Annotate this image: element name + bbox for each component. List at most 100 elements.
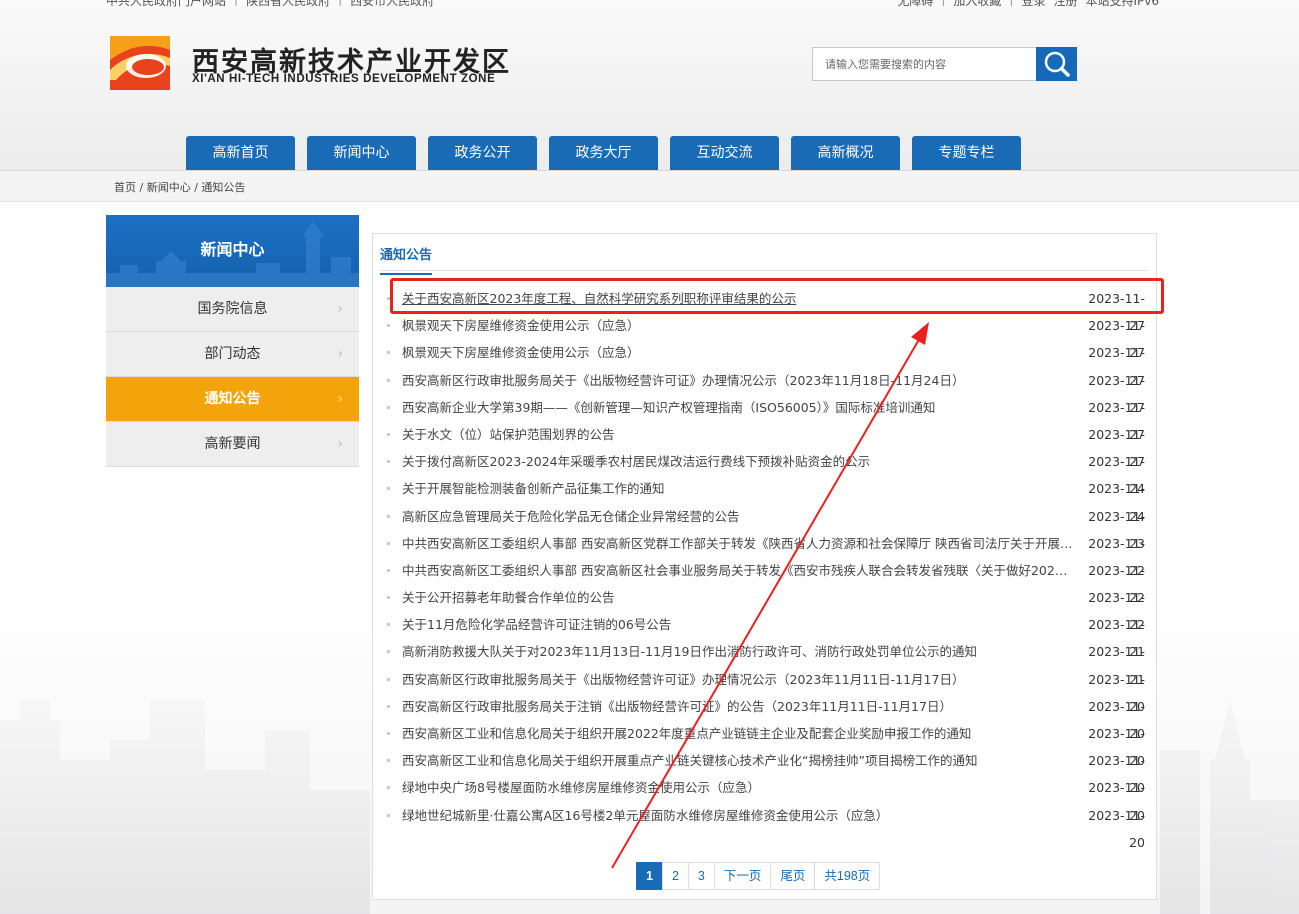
notice-title[interactable]: 西安高新区工业和信息化局关于组织开展2022年度重点产业链链主企业及配套企业奖励… [402,720,1074,747]
search-button[interactable] [1036,47,1077,81]
notice-title[interactable]: 高新区应急管理局关于危险化学品无仓储企业异常经营的公告 [402,503,1074,530]
panel-divider [380,270,1148,271]
search-icon [1044,51,1070,77]
list-item[interactable]: 西安高新区工业和信息化局关于组织开展重点产业链关键核心技术产业化“揭榜挂帅”项目… [387,747,1145,795]
bullet-icon [387,405,390,409]
sidebar-item-notices[interactable]: 通知公告 › [106,377,359,422]
notice-title[interactable]: 关于西安高新区2023年度工程、自然科学研究系列职称评审结果的公示 [402,285,1074,312]
notice-date: 2023-11-20 [1088,807,1145,850]
list-item[interactable]: 关于西安高新区2023年度工程、自然科学研究系列职称评审结果的公示 2023-11… [387,285,1145,333]
list-item[interactable]: 绿地世纪城新里·仕嘉公寓A区16号楼2单元屋面防水维修房屋维修资金使用公示（应急… [387,802,1145,850]
bullet-icon [387,297,390,300]
list-item[interactable]: 中共西安高新区工委组织人事部 西安高新区党群工作部关于转发《陕西省人力资源和社会… [387,530,1145,578]
page-3[interactable]: 3 [687,862,715,890]
top-link-xian[interactable]: 西安市人民政府 [350,0,434,9]
nav-gov-affairs[interactable]: 政务公开 [428,136,537,170]
list-item[interactable]: 关于11月危险化学品经营许可证注销的06号公告 2023-11-21 [387,611,1145,659]
breadcrumb-news[interactable]: 新闻中心 [147,181,191,194]
bullet-icon [387,351,390,355]
bullet-icon [387,378,390,382]
top-link-accessibility[interactable]: 无障碍 [897,0,933,9]
list-item[interactable]: 西安高新区行政审批服务局关于注销《出版物经营许可证》的公告（2023年11月11… [387,693,1145,741]
bullet-icon [387,732,390,735]
notice-title[interactable]: 关于公开招募老年助餐合作单位的公告 [402,584,1074,611]
top-link-shaanxi[interactable]: 陕西省人民政府 [246,0,330,9]
notice-title[interactable]: 西安高新区行政审批服务局关于《出版物经营许可证》办理情况公示（2023年11月1… [402,367,1074,394]
pagination: 1 2 3 下一页 尾页 共198页 [636,862,881,890]
list-item[interactable]: 关于水文（位）站保护范围划界的公告 2023-11-27 [387,421,1145,469]
sidebar-title: 新闻中心 [200,240,265,259]
bullet-icon [387,541,390,545]
page-1[interactable]: 1 [636,862,663,890]
nav-home[interactable]: 高新首页 [186,136,295,170]
list-item[interactable]: 枫景观天下房屋维修资金使用公示（应急） 2023-11-27 [387,312,1145,360]
bullet-icon [387,324,390,328]
site-name-english: XI'AN HI-TECH INDUSTRIES DEVELOPMENT ZON… [192,73,496,85]
list-item[interactable]: 西安高新区行政审批服务局关于《出版物经营许可证》办理情况公示（2023年11月1… [387,666,1145,714]
breadcrumb-home[interactable]: 首页 [114,181,136,194]
nav-interaction[interactable]: 互动交流 [670,136,779,170]
notice-title[interactable]: 关于水文（位）站保护范围划界的公告 [402,421,1074,448]
site-logo-icon[interactable] [110,36,170,90]
notice-title[interactable]: 西安高新区工业和信息化局关于组织开展重点产业链关键核心技术产业化“揭榜挂帅”项目… [402,747,1074,774]
breadcrumb-current[interactable]: 通知公告 [201,181,245,194]
notice-list: 关于西安高新区2023年度工程、自然科学研究系列职称评审结果的公示 2023-11… [387,285,1145,850]
bullet-icon [387,487,390,491]
top-utility-bar: 中共人民政府门户网站 | 陕西省人民政府 | 西安市人民政府 无障碍 | 加入收… [0,0,1299,14]
notice-title[interactable]: 西安高新区行政审批服务局关于注销《出版物经营许可证》的公告（2023年11月11… [402,693,1074,720]
list-item[interactable]: 枫景观天下房屋维修资金使用公示（应急） 2023-11-27 [387,339,1145,388]
notice-title[interactable]: 关于11月危险化学品经营许可证注销的06号公告 [402,611,1074,638]
notice-title[interactable]: 中共西安高新区工委组织人事部 西安高新区社会事业服务局关于转发《西安市残疾人联合… [402,557,1074,584]
list-item[interactable]: 中共西安高新区工委组织人事部 西安高新区社会事业服务局关于转发《西安市残疾人联合… [387,557,1145,605]
last-page-button[interactable]: 尾页 [770,862,816,890]
top-link-login[interactable]: 登录 [1021,0,1045,9]
top-link-gov[interactable]: 中共人民政府门户网站 [106,0,226,9]
sidebar-item-label: 部门动态 [204,346,261,362]
sidebar-item-state-council[interactable]: 国务院信息 › [106,287,359,332]
chevron-right-icon: › [337,436,343,452]
notice-title[interactable]: 绿地世纪城新里·仕嘉公寓A区16号楼2单元屋面防水维修房屋维修资金使用公示（应急… [402,802,1074,829]
list-item[interactable]: 绿地中央广场8号楼屋面防水维修房屋维修资金使用公示（应急） 2023-11-20 [387,774,1145,823]
nav-service-hall[interactable]: 政务大厅 [549,136,658,170]
notice-title[interactable]: 关于拨付高新区2023-2024年采暖季农村居民煤改洁运行费线下预拨补贴资金的公… [402,448,1074,475]
notice-title[interactable]: 绿地中央广场8号楼屋面防水维修房屋维修资金使用公示（应急） [402,774,1074,801]
sidebar-item-label: 通知公告 [204,391,261,407]
list-item[interactable]: 高新区应急管理局关于危险化学品无仓储企业异常经营的公告 2023-11-23 [387,503,1145,551]
list-item[interactable]: 关于公开招募老年助餐合作单位的公告 2023-11-22 [387,584,1145,632]
search-input[interactable] [813,48,1037,80]
top-link-ipv6[interactable]: 本站支持IPv6 [1085,0,1159,9]
notice-title[interactable]: 西安高新区行政审批服务局关于《出版物经营许可证》办理情况公示（2023年11月1… [402,666,1074,693]
sidebar-header: 新闻中心 [106,215,359,287]
bullet-icon [387,759,390,763]
list-item[interactable]: 西安高新区行政审批服务局关于《出版物经营许可证》办理情况公示（2023年11月1… [387,367,1145,415]
sidebar: 新闻中心 国务院信息 › 部门动态 › 通知公告 › 高新要闻 › [106,215,359,467]
list-item[interactable]: 西安高新企业大学第39期——《创新管理—知识产权管理指南（ISO56005）》国… [387,394,1145,442]
chevron-right-icon: › [337,301,343,317]
nav-news[interactable]: 新闻中心 [307,136,416,170]
notice-title[interactable]: 枫景观天下房屋维修资金使用公示（应急） [402,312,1074,339]
sidebar-item-label: 国务院信息 [197,301,268,317]
breadcrumb-sep: / [136,181,147,194]
chevron-right-icon: › [337,391,343,407]
page-2[interactable]: 2 [661,862,689,890]
next-page-button[interactable]: 下一页 [713,862,772,890]
top-link-favorite[interactable]: 加入收藏 [953,0,1001,9]
notice-title[interactable]: 高新消防救援大队关于对2023年11月13日-11月19日作出消防行政许可、消防… [402,638,1074,665]
list-item[interactable]: 高新消防救援大队关于对2023年11月13日-11月19日作出消防行政许可、消防… [387,638,1145,687]
list-item[interactable]: 关于开展智能检测装备创新产品征集工作的通知 2023-11-24 [387,475,1145,524]
sidebar-item-department-news[interactable]: 部门动态 › [106,332,359,377]
top-link-register[interactable]: 注册 [1053,0,1077,9]
notice-title[interactable]: 中共西安高新区工委组织人事部 西安高新区党群工作部关于转发《陕西省人力资源和社会… [402,530,1074,557]
bullet-icon [387,514,390,518]
nav-overview[interactable]: 高新概况 [791,136,900,170]
notice-title[interactable]: 枫景观天下房屋维修资金使用公示（应急） [402,339,1074,366]
bullet-icon [387,650,390,654]
list-item[interactable]: 西安高新区工业和信息化局关于组织开展2022年度重点产业链链主企业及配套企业奖励… [387,720,1145,768]
top-sep: | [1009,0,1013,9]
notice-title[interactable]: 关于开展智能检测装备创新产品征集工作的通知 [402,475,1074,502]
sidebar-item-hitech-news[interactable]: 高新要闻 › [106,422,359,467]
nav-special[interactable]: 专题专栏 [912,136,1021,170]
notice-title[interactable]: 西安高新企业大学第39期——《创新管理—知识产权管理指南（ISO56005）》国… [402,394,1074,421]
list-item[interactable]: 关于拨付高新区2023-2024年采暖季农村居民煤改洁运行费线下预拨补贴资金的公… [387,448,1145,496]
search-box [812,47,1077,81]
